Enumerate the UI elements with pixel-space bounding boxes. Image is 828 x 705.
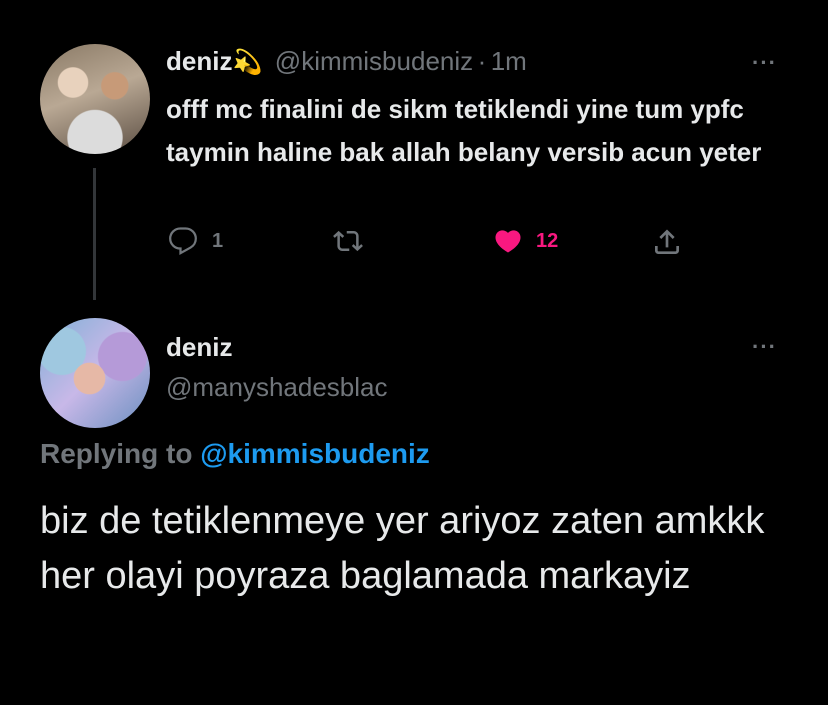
author-handle[interactable]: @kimmisbudeniz — [275, 46, 473, 76]
author-name[interactable]: deniz — [166, 332, 232, 362]
author-handle[interactable]: @manyshadesblac — [166, 372, 388, 402]
reply-handle-row: @manyshadesblac — [166, 372, 388, 403]
mention-link[interactable]: @kimmisbudeniz — [200, 438, 430, 469]
heart-icon — [495, 230, 521, 253]
reply-text: biz de tetiklenmeye yer ariyoz zaten amk… — [40, 500, 765, 597]
thread-line — [93, 168, 96, 300]
replying-to: Replying to @kimmisbudeniz — [40, 438, 430, 470]
retweet-icon — [333, 230, 363, 252]
reply-author-name-row: deniz — [166, 332, 232, 363]
replying-label: Replying to — [40, 438, 193, 469]
author-name[interactable]: deniz — [166, 46, 232, 76]
more-options-icon[interactable]: ··· — [752, 334, 777, 360]
avatar[interactable] — [40, 318, 150, 428]
avatar[interactable] — [40, 44, 150, 154]
retweet-button[interactable] — [330, 226, 366, 256]
like-count: 12 — [536, 229, 559, 252]
share-icon — [655, 229, 679, 254]
more-options-icon[interactable]: ··· — [752, 50, 777, 76]
sparkle-emoji: 💫 — [232, 49, 263, 76]
separator: · — [477, 46, 487, 76]
tweet-header: deniz💫 @kimmisbudeniz · 1m — [166, 46, 527, 77]
reply-button[interactable]: 1 — [166, 226, 223, 256]
timestamp[interactable]: 1m — [491, 46, 527, 76]
reply-count: 1 — [212, 229, 224, 252]
reply-icon — [169, 227, 197, 256]
like-button[interactable]: 12 — [492, 226, 558, 256]
share-button[interactable] — [650, 226, 684, 258]
tweet-text: offf mc finalini de sikm tetiklendi yine… — [166, 94, 762, 167]
